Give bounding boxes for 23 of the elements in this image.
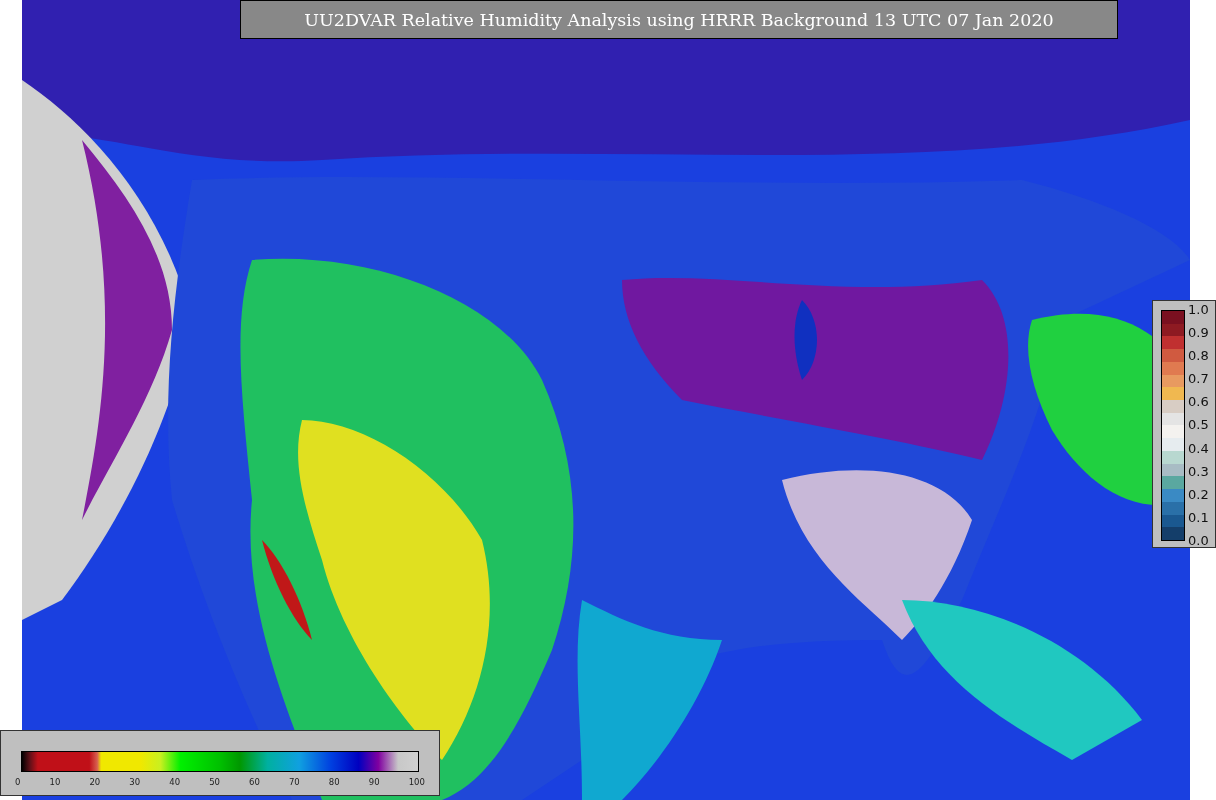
colorbar-tick-label: 60 — [249, 777, 260, 787]
colorbar-tick-label: 0.7 — [1188, 371, 1209, 387]
colorbar-tick-label: 0.4 — [1188, 440, 1209, 456]
colorbar-tick-label: 20 — [89, 777, 101, 787]
colorbar-tick-label: 0.6 — [1188, 394, 1209, 410]
colorbar-tick-label: 100 — [408, 777, 425, 787]
colorbar-tick-label: 0.5 — [1188, 417, 1209, 433]
colorbar-tick-label: 10 — [49, 777, 61, 787]
colorbar-tick-label: 0.3 — [1188, 463, 1209, 479]
colorbar-tick-label: 40 — [169, 777, 181, 787]
colorbar-tick-label: 80 — [328, 777, 340, 787]
colorbar-tick-label: 0.2 — [1188, 486, 1209, 502]
colorbar-tick-label: 0.1 — [1188, 509, 1209, 525]
colorbar-tick-label: 30 — [129, 777, 141, 787]
colorbar-tick-label: 0.0 — [1188, 532, 1209, 548]
colorbar-tick-label: 90 — [368, 777, 380, 787]
colorbar-tick-label: 0 — [15, 777, 21, 787]
colorbar-tick-label: 50 — [209, 777, 220, 787]
colorbar-tick-label: 0.8 — [1188, 348, 1209, 364]
colorbar-tick-label: 0.9 — [1188, 325, 1209, 341]
colorbar-tick-label: 70 — [288, 777, 300, 787]
map-title: UU2DVAR Relative Humidity Analysis using HRRR Background 13 UTC 07 Jan 2020 — [240, 0, 1118, 39]
colorbar-tick-label: 1.0 — [1188, 302, 1209, 317]
